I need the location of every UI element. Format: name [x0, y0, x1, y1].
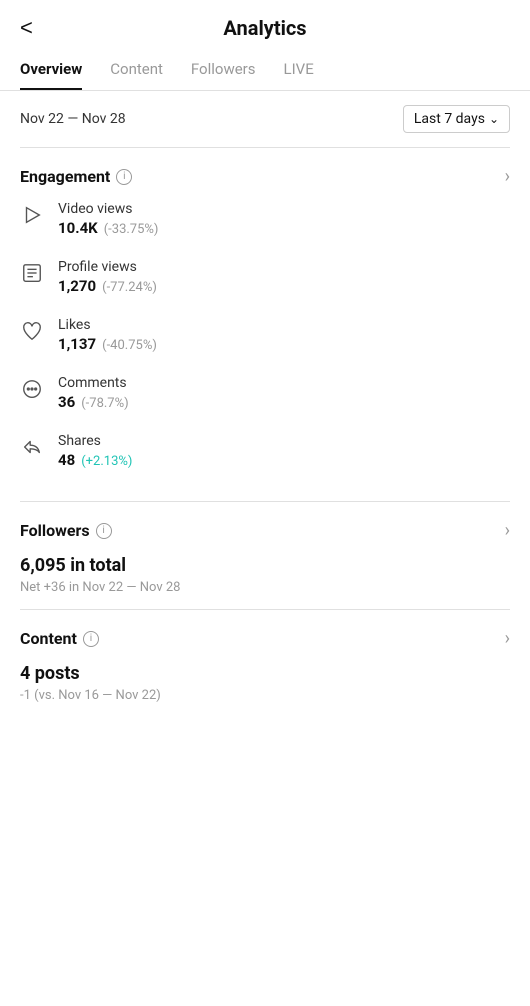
likes-label: Likes — [58, 317, 157, 333]
date-filter-label: Last 7 days — [414, 111, 485, 127]
date-row: Nov 22 — Nov 28 Last 7 days ⌄ — [0, 91, 530, 147]
content-vs: -1 (vs. Nov 16 — Nov 22) — [20, 688, 510, 703]
shares-change: (+2.13%) — [81, 454, 132, 469]
tab-followers[interactable]: Followers — [191, 50, 256, 90]
video-views-change: (-33.75%) — [104, 222, 159, 237]
profile-views-label: Profile views — [58, 259, 157, 275]
engagement-chevron-right-icon[interactable]: › — [505, 166, 510, 187]
followers-net: Net +36 in Nov 22 — Nov 28 — [20, 580, 510, 595]
followers-total: 6,095 in total — [20, 555, 510, 576]
share-icon — [20, 435, 44, 459]
comments-label: Comments — [58, 375, 129, 391]
content-title-row: Content i — [20, 629, 99, 648]
tab-content[interactable]: Content — [110, 50, 163, 90]
engagement-title-row: Engagement i — [20, 167, 132, 186]
comments-value: 36 — [58, 393, 75, 411]
followers-title-row: Followers i — [20, 521, 112, 540]
followers-chevron-right-icon[interactable]: › — [505, 520, 510, 541]
metric-comments: Comments 36 (-78.7%) — [20, 375, 510, 411]
back-button[interactable]: < — [20, 15, 33, 41]
profile-views-change: (-77.24%) — [102, 280, 157, 295]
comments-change: (-78.7%) — [81, 396, 128, 411]
content-section: Content i › 4 posts -1 (vs. Nov 16 — Nov… — [0, 610, 530, 713]
tab-live[interactable]: LIVE — [284, 50, 314, 90]
followers-header: Followers i › — [20, 520, 510, 541]
likes-value: 1,137 — [58, 335, 96, 353]
metric-profile-views: Profile views 1,270 (-77.24%) — [20, 259, 510, 295]
engagement-title: Engagement — [20, 167, 110, 186]
shares-label: Shares — [58, 433, 132, 449]
shares-value: 48 — [58, 451, 75, 469]
comment-icon — [20, 377, 44, 401]
video-views-value: 10.4K — [58, 219, 98, 237]
content-header: Content i › — [20, 628, 510, 649]
page-title: Analytics — [223, 16, 306, 40]
info-label: i — [123, 171, 125, 182]
metric-shares: Shares 48 (+2.13%) — [20, 433, 510, 469]
play-icon — [20, 203, 44, 227]
date-range-label: Nov 22 — Nov 28 — [20, 111, 126, 127]
content-posts: 4 posts — [20, 663, 510, 684]
followers-title: Followers — [20, 521, 90, 540]
content-chevron-right-icon[interactable]: › — [505, 628, 510, 649]
date-filter-dropdown[interactable]: Last 7 days ⌄ — [403, 105, 510, 133]
profile-views-value: 1,270 — [58, 277, 96, 295]
likes-change: (-40.75%) — [102, 338, 157, 353]
engagement-info-icon[interactable]: i — [116, 169, 132, 185]
tab-overview[interactable]: Overview — [20, 50, 82, 90]
chevron-down-icon: ⌄ — [489, 112, 499, 126]
engagement-header: Engagement i › — [20, 166, 510, 187]
heart-icon — [20, 319, 44, 343]
profile-icon — [20, 261, 44, 285]
content-title: Content — [20, 629, 77, 648]
video-views-label: Video views — [58, 201, 158, 217]
metric-video-views: Video views 10.4K (-33.75%) — [20, 201, 510, 237]
content-info-icon[interactable]: i — [83, 631, 99, 647]
metric-likes: Likes 1,137 (-40.75%) — [20, 317, 510, 353]
followers-info-icon[interactable]: i — [96, 523, 112, 539]
engagement-section: Engagement i › Video views 10.4K (-33.75… — [0, 148, 530, 501]
header: < Analytics — [0, 0, 530, 50]
tabs-bar: Overview Content Followers LIVE — [0, 50, 530, 91]
followers-section: Followers i › 6,095 in total Net +36 in … — [0, 502, 530, 609]
